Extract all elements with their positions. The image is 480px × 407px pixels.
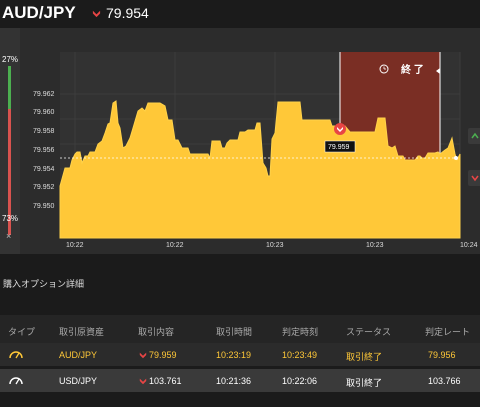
- down-arrow-icon: [139, 352, 147, 359]
- x-tick: 10:24: [460, 242, 478, 249]
- row-status: 取引終了: [346, 352, 383, 362]
- th-rate: 判定レート: [425, 327, 471, 337]
- x-tick: 10:23: [266, 242, 284, 249]
- row-time: 10:21:36: [216, 376, 252, 386]
- y-tick: 79.950: [33, 203, 55, 210]
- th-time: 取引時間: [216, 327, 253, 337]
- th-asset: 取引原資産: [59, 327, 105, 337]
- row-judge-time: 10:23:49: [282, 350, 318, 360]
- y-tick: 79.960: [33, 109, 55, 116]
- x-tick: 10:22: [66, 242, 84, 249]
- price-down-icon: [92, 10, 101, 18]
- gauge-close-icon[interactable]: ×: [6, 231, 11, 241]
- th-status: ステータス: [346, 327, 392, 337]
- row-rate: 79.956: [428, 350, 456, 360]
- chart-svg: 79.962 79.960 79.958 79.956 79.954 79.95…: [33, 52, 480, 249]
- row-pair: AUD/JPY: [59, 350, 98, 360]
- pair-title: AUD/JPY: [2, 3, 76, 22]
- gauge-icon: [9, 351, 23, 359]
- purchase-details-title: 購入オプション詳細: [3, 279, 85, 289]
- current-price: 79.954: [106, 5, 149, 21]
- x-tick: 10:22: [166, 242, 184, 249]
- th-type: タイプ: [8, 327, 36, 337]
- entry-price-label: 79.959: [328, 144, 350, 151]
- y-tick: 79.962: [33, 91, 55, 98]
- th-judge-time: 判定時刻: [282, 327, 319, 337]
- close-label: 終 了: [401, 63, 424, 76]
- row-pair: USD/JPY: [59, 376, 98, 386]
- header-bar: AUD/JPY 79.954: [0, 0, 480, 28]
- y-tick: 79.956: [33, 147, 55, 154]
- y-tick: 79.952: [33, 184, 55, 191]
- gauge-icon: [9, 377, 23, 385]
- x-axis-labels: 10:22 10:22 10:23 10:23 10:24: [66, 242, 478, 249]
- row-judge-time: 10:22:06: [282, 376, 318, 386]
- gauge-bar-green: [8, 66, 11, 109]
- row-status: 取引終了: [346, 378, 383, 388]
- entry-marker-icon: [334, 123, 346, 135]
- table-row[interactable]: USD/JPY 103.761 10:21:36 10:22:06 取引終了 1…: [0, 369, 480, 392]
- th-content: 取引内容: [138, 327, 175, 337]
- put-percentage: 27%: [2, 55, 19, 64]
- row-time: 10:23:19: [216, 350, 252, 360]
- down-arrow-icon: [139, 378, 147, 385]
- x-tick: 10:23: [366, 242, 384, 249]
- row-content: 103.761: [149, 376, 182, 386]
- row-rate: 103.766: [428, 376, 461, 386]
- row-content: 79.959: [149, 350, 177, 360]
- current-price-dot: [454, 156, 458, 160]
- sentiment-gauge: 27% 73% ×: [0, 28, 20, 254]
- call-percentage: 73%: [2, 214, 19, 223]
- y-tick: 79.954: [33, 166, 55, 173]
- price-chart[interactable]: 27% 73% × 79.962 79.960 79.958 79.956 79…: [0, 28, 480, 254]
- table-row[interactable]: AUD/JPY 79.959 10:23:19 10:23:49 取引終了 79…: [0, 343, 480, 366]
- table-header: タイプ 取引原資産 取引内容 取引時間 判定時刻 ステータス 判定レート: [0, 315, 480, 343]
- y-tick: 79.958: [33, 128, 55, 135]
- y-axis-labels: 79.962 79.960 79.958 79.956 79.954 79.95…: [33, 91, 55, 210]
